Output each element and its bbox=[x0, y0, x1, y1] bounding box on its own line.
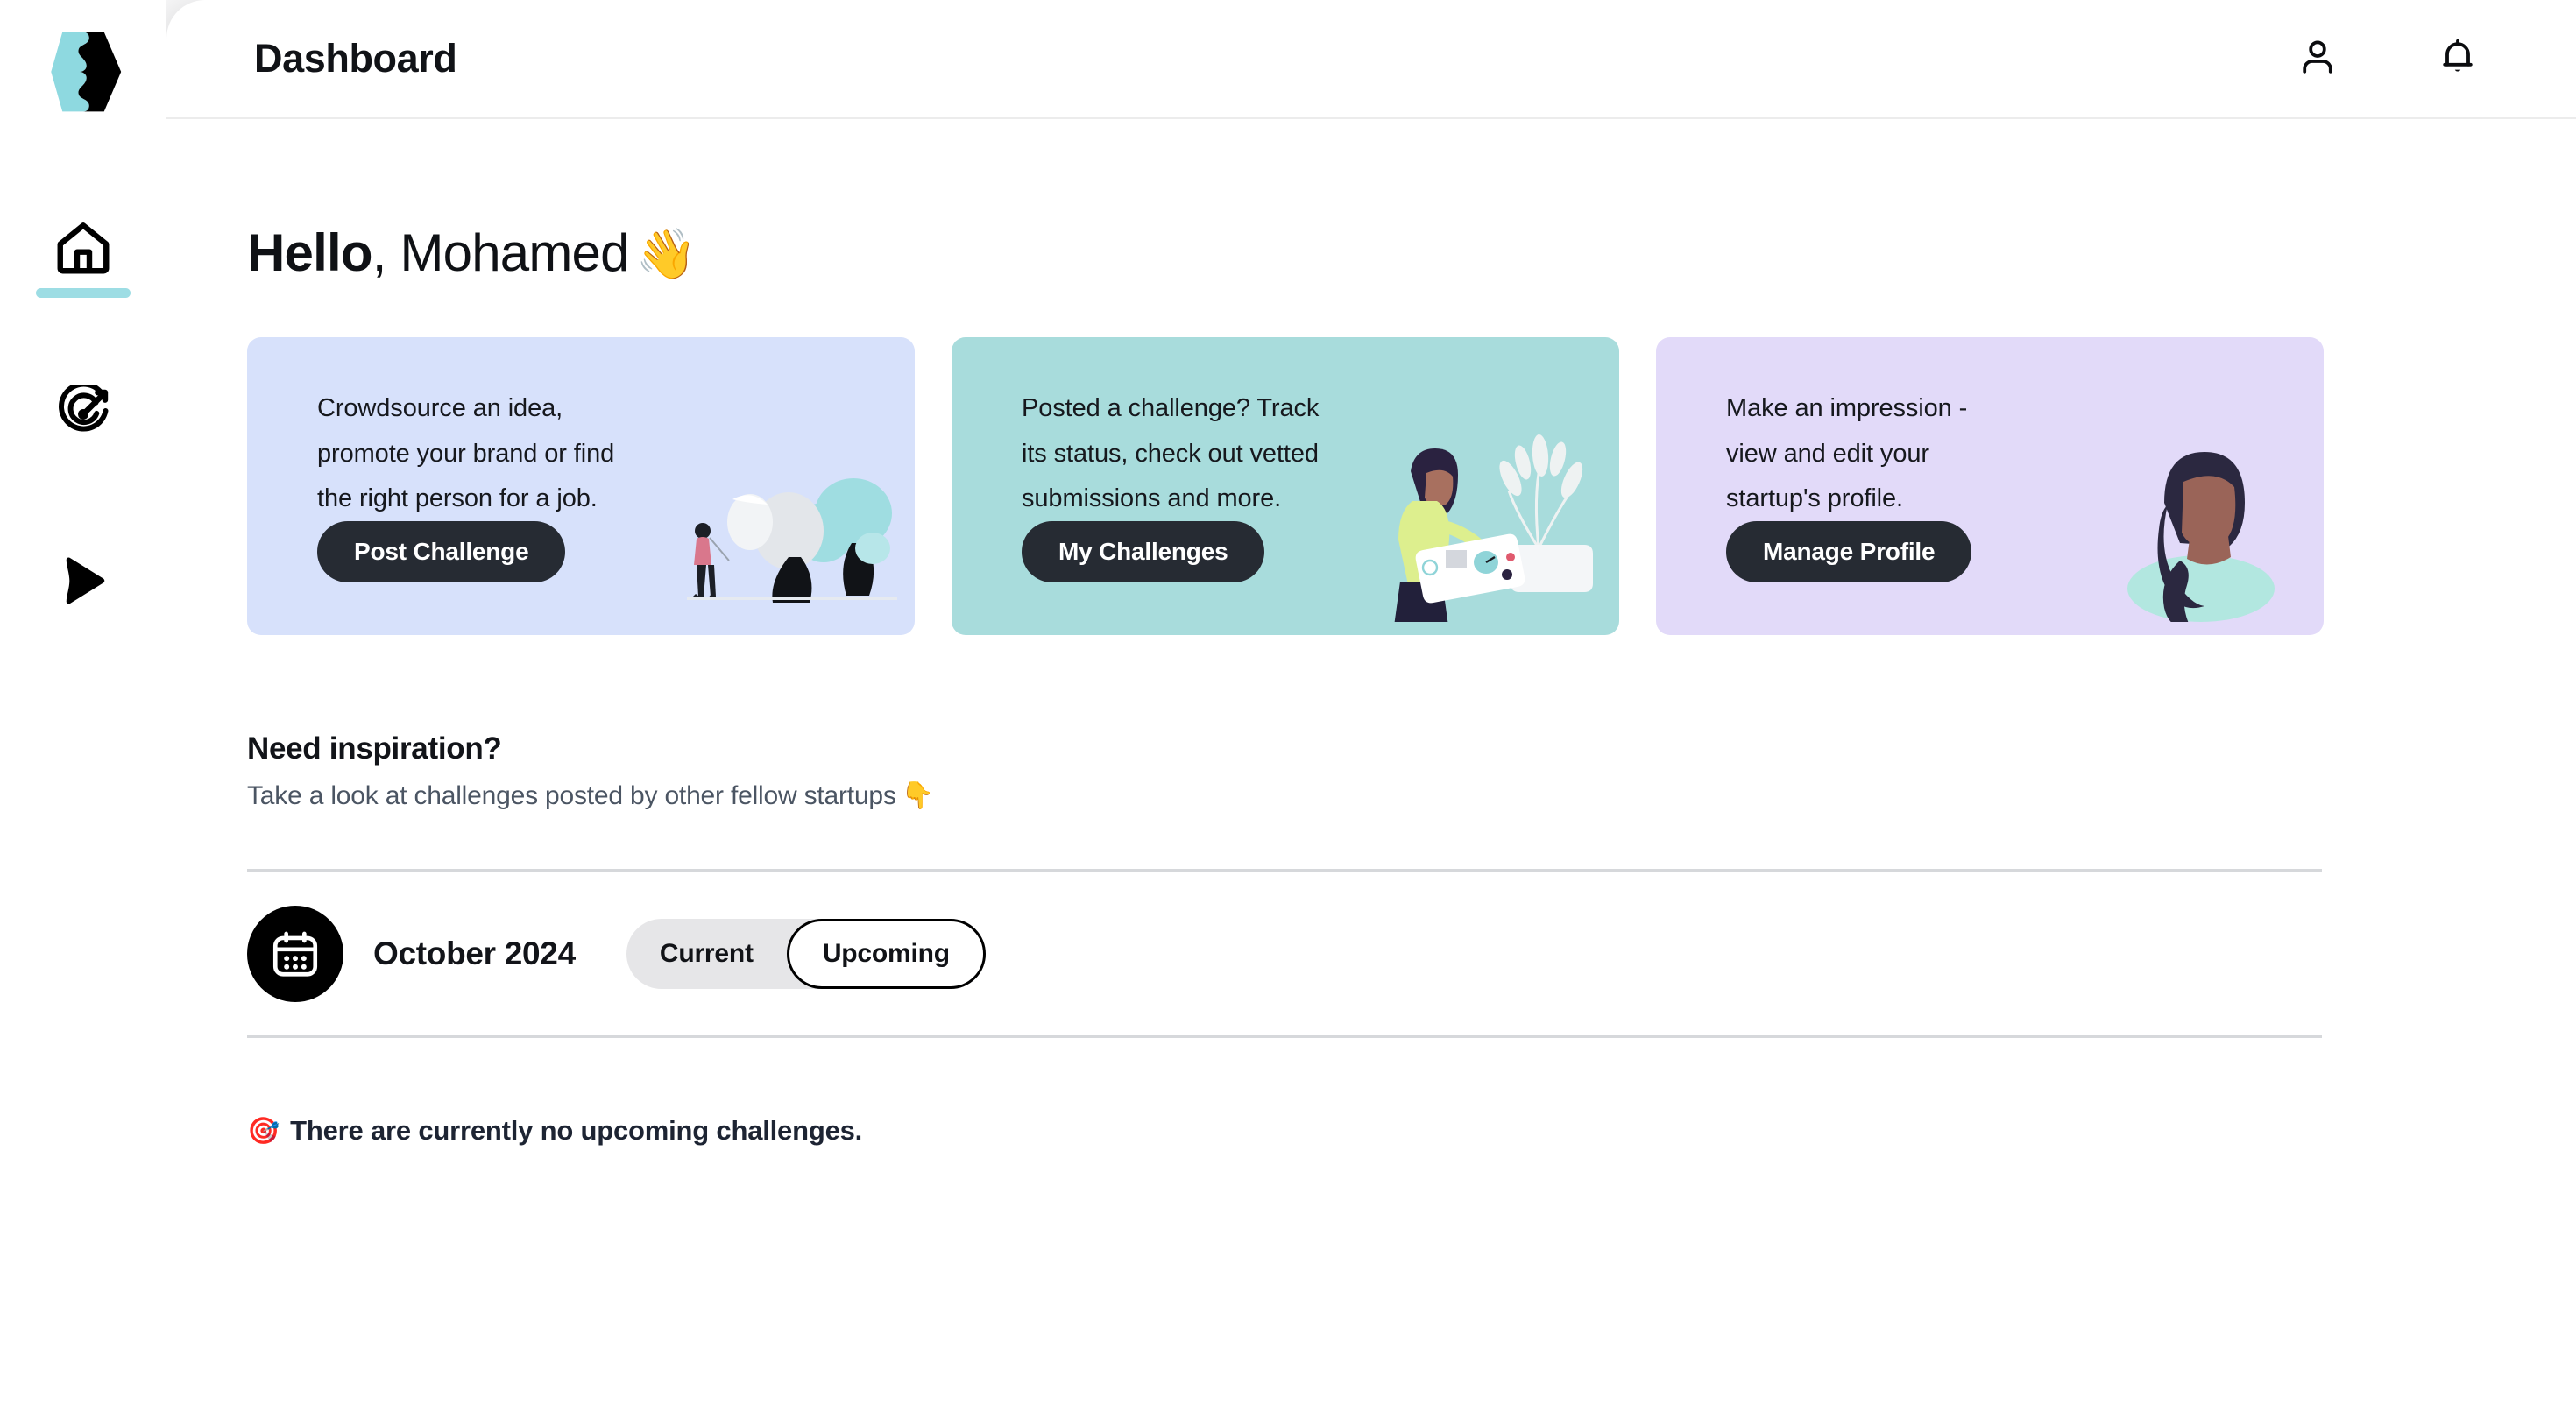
target-icon bbox=[53, 381, 113, 448]
card-post-challenge[interactable]: Crowdsource an idea, promote your brand … bbox=[247, 337, 915, 635]
target-emoji: 🎯 bbox=[247, 1116, 280, 1146]
hexagon-puzzle-logo[interactable] bbox=[36, 25, 131, 119]
greeting-name: , Mohamed bbox=[372, 223, 630, 282]
bell-icon bbox=[2437, 36, 2479, 82]
empty-state-message: 🎯 There are currently no upcoming challe… bbox=[247, 1115, 2576, 1147]
dashboard-app: Dashboard Hello, Mohamed 👋 Crowdsource a… bbox=[0, 0, 2576, 1419]
post-challenge-button[interactable]: Post Challenge bbox=[317, 521, 566, 582]
my-challenges-button[interactable]: My Challenges bbox=[1022, 521, 1265, 582]
action-cards: Crowdsource an idea, promote your brand … bbox=[247, 337, 2576, 635]
sidebar-nav bbox=[0, 215, 166, 617]
main-panel: Dashboard Hello, Mohamed 👋 Crowdsource a… bbox=[166, 0, 2576, 1419]
sidebar-item-home[interactable] bbox=[30, 215, 137, 298]
inspiration-title: Need inspiration? bbox=[247, 731, 502, 766]
sidebar-item-submissions[interactable] bbox=[30, 548, 137, 617]
calendar-icon bbox=[247, 905, 343, 1002]
sidebar-item-challenges[interactable] bbox=[30, 381, 137, 450]
manage-profile-button[interactable]: Manage Profile bbox=[1726, 521, 1972, 582]
inspiration-section: Need inspiration? Take a look at challen… bbox=[247, 731, 2576, 811]
sidebar bbox=[0, 0, 166, 1419]
home-icon bbox=[53, 217, 114, 283]
month-filter-row: October 2024 Current Upcoming bbox=[247, 872, 2322, 1038]
send-icon bbox=[54, 552, 112, 614]
page-title: Dashboard bbox=[254, 36, 457, 81]
account-button[interactable] bbox=[2291, 32, 2344, 85]
period-toggle: Current Upcoming bbox=[626, 918, 986, 989]
inspiration-subtitle-text: Take a look at challenges posted by othe… bbox=[247, 781, 896, 810]
topbar: Dashboard bbox=[166, 0, 2576, 119]
greeting: Hello, Mohamed 👋 bbox=[247, 222, 2576, 283]
card-my-challenges[interactable]: Posted a challenge? Track its status, ch… bbox=[952, 337, 1619, 635]
active-indicator bbox=[36, 288, 131, 298]
topbar-actions bbox=[2291, 32, 2484, 85]
card-manage-profile[interactable]: Make an impression - view and edit your … bbox=[1656, 337, 2324, 635]
user-icon bbox=[2296, 36, 2339, 82]
content-area: Hello, Mohamed 👋 Crowdsource an idea, pro… bbox=[166, 222, 2576, 1147]
toggle-option-current[interactable]: Current bbox=[626, 919, 787, 989]
toggle-option-upcoming[interactable]: Upcoming bbox=[786, 918, 986, 989]
inspiration-subtitle: Take a look at challenges posted by othe… bbox=[247, 780, 2576, 811]
notifications-button[interactable] bbox=[2431, 32, 2484, 85]
card-text: Posted a challenge? Track its status, ch… bbox=[1022, 394, 1320, 513]
month-label: October 2024 bbox=[373, 935, 576, 971]
wave-emoji: 👋 bbox=[635, 226, 697, 281]
card-text: Crowdsource an idea, promote your brand … bbox=[317, 394, 615, 513]
card-text: Make an impression - view and edit your … bbox=[1726, 394, 1968, 513]
greeting-bold: Hello bbox=[247, 223, 373, 282]
point-down-emoji: 👇 bbox=[901, 781, 934, 810]
empty-state-text: There are currently no upcoming challeng… bbox=[290, 1115, 863, 1146]
